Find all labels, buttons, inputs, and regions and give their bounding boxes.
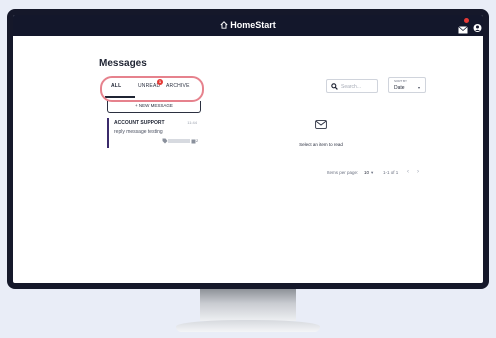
tag-count: 2 (196, 138, 199, 143)
notification-dot (464, 18, 469, 23)
new-message-button[interactable]: + NEW MESSAGE (107, 101, 201, 113)
top-nav-bar: HomeStart (13, 15, 483, 36)
brand-logo[interactable]: HomeStart (13, 20, 483, 30)
message-list-item[interactable]: ACCOUNT SUPPORT 11:44 reply message test… (107, 118, 201, 148)
mail-icon (458, 26, 468, 34)
empty-state: Select an item to read (283, 120, 359, 151)
sort-select[interactable]: SORT BY Date ▾ (388, 77, 426, 93)
monitor-frame: HomeStart Messages ALL UNREAD 1 ARCHIVE … (7, 9, 489, 289)
tab-highlight-annotation (100, 76, 204, 102)
sort-label: SORT BY (394, 79, 408, 83)
message-time: 11:44 (187, 120, 197, 125)
next-page-button[interactable]: › (417, 169, 419, 175)
monitor-stand-neck (200, 289, 296, 321)
page-range: 1-1 of 1 (383, 170, 399, 175)
items-per-page-select[interactable]: 10 (364, 170, 369, 175)
monitor-stand-base (176, 320, 320, 332)
envelope-icon (315, 120, 327, 129)
tag-redacted (168, 139, 190, 143)
search-box[interactable] (326, 79, 378, 93)
message-preview: reply message testing (114, 129, 163, 135)
brand-name: HomeStart (230, 20, 276, 30)
message-sender: ACCOUNT SUPPORT (114, 120, 165, 126)
user-icon (473, 24, 482, 32)
chevron-down-icon: ▾ (371, 170, 374, 175)
account-button[interactable] (473, 20, 482, 32)
sort-value: Date (394, 85, 405, 91)
empty-state-text: Select an item to read (299, 142, 343, 147)
app-screen: HomeStart Messages ALL UNREAD 1 ARCHIVE … (13, 15, 483, 283)
search-icon (331, 83, 338, 90)
messages-button[interactable] (458, 18, 469, 34)
message-tags: 2 (162, 138, 200, 144)
home-icon (220, 21, 228, 29)
chevron-down-icon: ▾ (417, 85, 420, 90)
prev-page-button[interactable]: ‹ (407, 169, 409, 175)
page-title: Messages (99, 58, 147, 69)
items-per-page-label: Items per page: (327, 170, 359, 175)
search-input[interactable] (341, 82, 375, 91)
